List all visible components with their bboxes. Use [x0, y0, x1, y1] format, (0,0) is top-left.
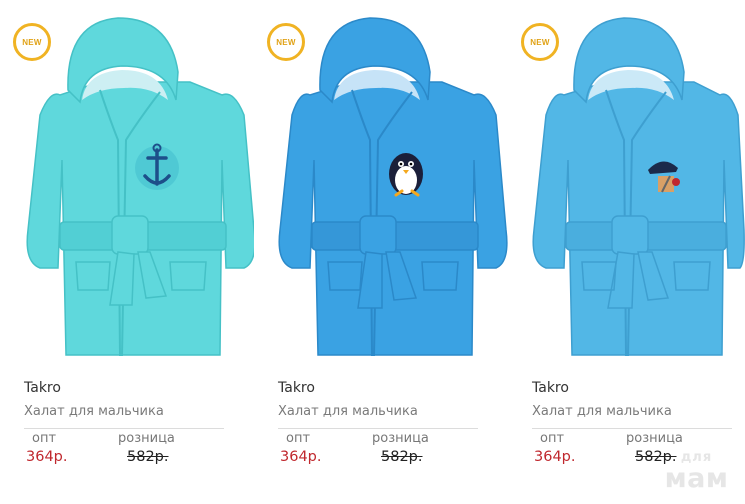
product-image[interactable]: NEW: [0, 0, 254, 370]
divider: [532, 428, 732, 429]
product-grid: NEW Takro Халат для мальчика опт розница…: [0, 0, 745, 504]
retail-price-label: розница: [372, 431, 429, 446]
wholesale-price-label: опт: [540, 431, 565, 446]
product-image[interactable]: NEW: [508, 0, 745, 370]
product-brand[interactable]: Takro: [24, 380, 61, 396]
watermark-line2: мам: [664, 463, 729, 494]
new-badge: NEW: [521, 23, 559, 61]
watermark-logo: для мам: [648, 451, 745, 504]
product-title[interactable]: Халат для мальчика: [278, 404, 418, 419]
retail-price-label: розница: [626, 431, 683, 446]
wholesale-price: 364р.: [280, 449, 322, 465]
product-image[interactable]: NEW: [254, 0, 508, 370]
divider: [278, 428, 478, 429]
retail-price: 582р.: [381, 449, 423, 465]
penguin-patch-icon: [389, 153, 423, 197]
product-title[interactable]: Халат для мальчика: [24, 404, 164, 419]
new-badge: NEW: [13, 23, 51, 61]
wholesale-price: 364р.: [534, 449, 576, 465]
product-card[interactable]: NEW Takro Халат для мальчика опт розница…: [508, 0, 745, 504]
product-brand[interactable]: Takro: [278, 380, 315, 396]
wholesale-price-label: опт: [32, 431, 57, 446]
divider: [24, 428, 224, 429]
new-badge: NEW: [267, 23, 305, 61]
retail-price: 582р.: [127, 449, 169, 465]
retail-price-label: розница: [118, 431, 175, 446]
wholesale-price-label: опт: [286, 431, 311, 446]
product-card[interactable]: NEW Takro Халат для мальчика опт розница…: [254, 0, 508, 504]
product-brand[interactable]: Takro: [532, 380, 569, 396]
product-title[interactable]: Халат для мальчика: [532, 404, 672, 419]
wholesale-price: 364р.: [26, 449, 68, 465]
product-card[interactable]: NEW Takro Халат для мальчика опт розница…: [0, 0, 254, 504]
